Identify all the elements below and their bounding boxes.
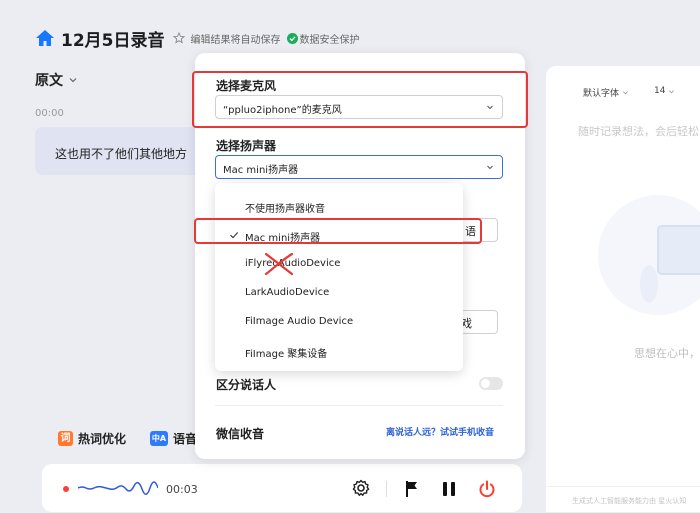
font-family-select[interactable]: 默认字体 <box>583 86 629 99</box>
star-icon[interactable] <box>172 32 185 44</box>
leaf-illustration-icon <box>640 265 658 303</box>
transcript-text: 这也用不了他们其他地方 <box>55 147 188 161</box>
toggle-knob <box>481 379 490 388</box>
language-icon: 中A <box>150 431 168 446</box>
hotword-icon: 词 <box>58 431 73 446</box>
speaker-label: 选择扬声器 <box>216 139 277 153</box>
original-label: 原文 <box>35 73 63 89</box>
screen-illustration-icon <box>657 225 700 275</box>
wechat-capture-label: 微信收音 <box>216 427 265 441</box>
control-divider <box>386 481 387 497</box>
shield-icon <box>286 32 298 44</box>
chevron-down-icon <box>486 163 494 171</box>
menu-item[interactable]: 不使用扬声器收音 <box>245 200 325 215</box>
header: 12月5日录音 编辑结果将自动保存 数据安全保护 <box>35 26 360 51</box>
flag-icon[interactable] <box>404 480 420 498</box>
ai-service-footer: 生成式人工智能服务能力由 星火认知 <box>572 497 687 505</box>
chevron-down-icon <box>622 89 629 96</box>
cross-mark-icon <box>262 250 296 278</box>
page-title[interactable]: 12月5日录音 <box>61 26 165 51</box>
panel-divider <box>215 405 503 406</box>
recording-time: 00:03 <box>166 483 198 496</box>
hotword-label: 热词优化 <box>78 432 127 446</box>
language-button[interactable]: 中A 语音 <box>150 430 197 447</box>
font-size-value: 14 <box>654 86 666 96</box>
notes-placeholder[interactable]: 随时记录想法，会后轻松 <box>578 123 699 139</box>
empty-state-text: 思想在心中， <box>634 347 700 360</box>
language-label: 语音 <box>173 432 198 446</box>
font-size-select[interactable]: 14 <box>654 86 675 96</box>
microphone-highlight <box>192 71 528 128</box>
autosave-note: 编辑结果将自动保存 <box>190 34 281 46</box>
footer-divider <box>546 486 700 487</box>
hotword-optimize-button[interactable]: 词 热词优化 <box>58 430 126 447</box>
font-family-value: 默认字体 <box>583 89 620 99</box>
chevron-down-icon <box>68 75 78 85</box>
pause-icon[interactable] <box>441 480 457 498</box>
menu-item[interactable]: FiImage 聚集设备 <box>245 345 327 360</box>
segment-timestamp: 00:00 <box>35 108 64 119</box>
chevron-down-icon <box>668 88 675 95</box>
power-icon[interactable] <box>477 479 497 499</box>
home-icon[interactable] <box>35 28 55 48</box>
menu-item[interactable]: FiImage Audio Device <box>245 316 353 327</box>
original-view-selector[interactable]: 原文 <box>35 70 78 90</box>
diarize-label: 区分说话人 <box>216 378 277 392</box>
menu-item[interactable]: LarkAudioDevice <box>245 287 329 298</box>
waveform-icon <box>78 480 158 496</box>
speaker-option-highlight <box>194 218 482 244</box>
security-note: 数据安全保护 <box>299 34 360 46</box>
speaker-value: Mac mini扬声器 <box>223 165 299 176</box>
phone-capture-link[interactable]: 离说话人远？试试手机收音 <box>386 425 494 438</box>
record-dot-icon <box>63 486 69 492</box>
gear-icon[interactable] <box>351 478 371 498</box>
